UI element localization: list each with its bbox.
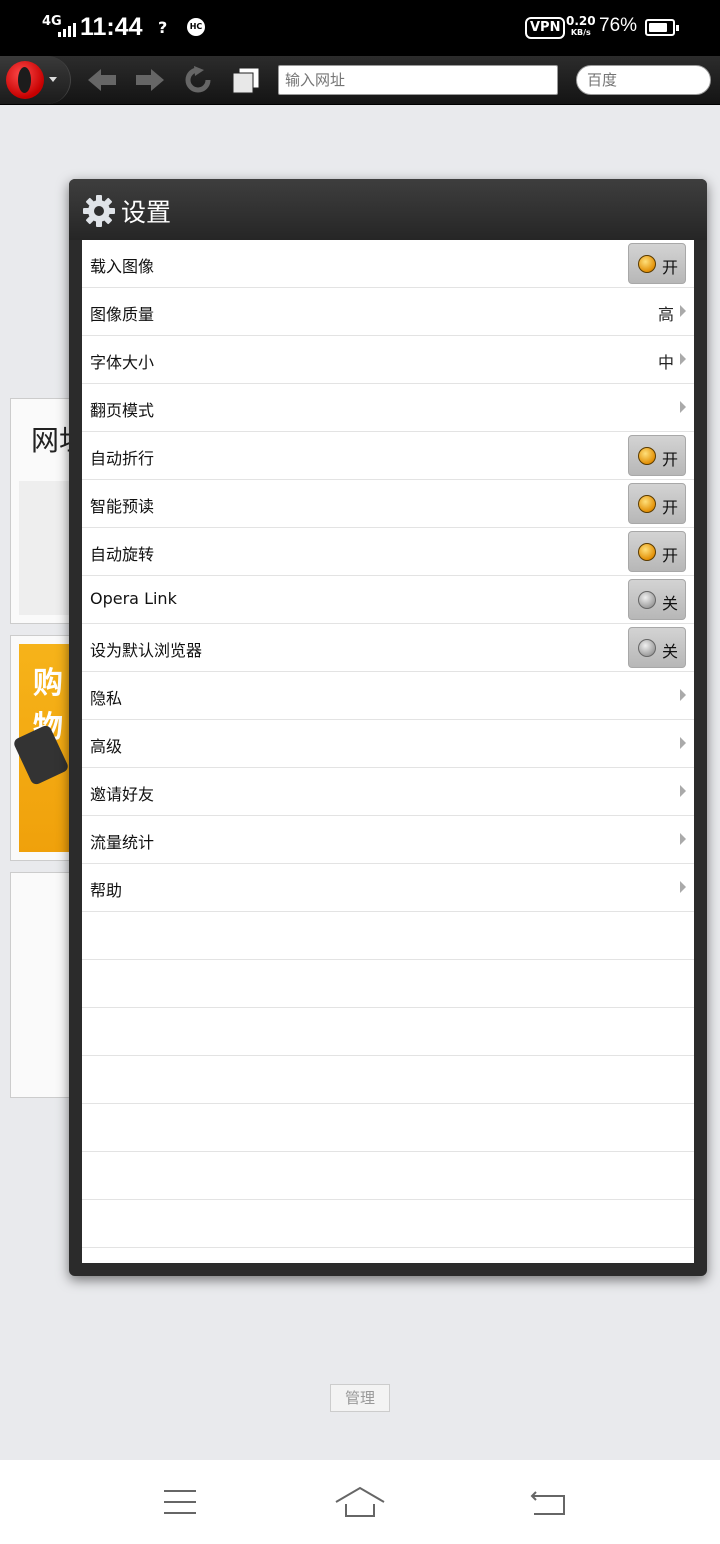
toggle-state-label: 开	[662, 450, 679, 469]
reload-icon[interactable]	[182, 66, 214, 94]
settings-row[interactable]: 图像质量 高	[82, 288, 694, 336]
chevron-right-icon	[680, 401, 686, 413]
settings-row-label: 高级	[90, 737, 123, 756]
chevron-right-icon	[680, 353, 686, 365]
toggle-state-label: 开	[662, 258, 679, 277]
settings-row-label: 智能预读	[90, 497, 155, 516]
settings-row[interactable]: 邀请好友	[82, 768, 694, 816]
settings-row[interactable]: 字体大小 中	[82, 336, 694, 384]
opera-menu-button[interactable]	[0, 56, 71, 104]
settings-row-label: 流量统计	[90, 833, 155, 852]
empty-row	[82, 960, 694, 1008]
toggle-switch[interactable]: 开	[628, 531, 686, 572]
empty-row	[82, 1200, 694, 1248]
toggle-switch[interactable]: 关	[628, 579, 686, 620]
toggle-on-indicator-icon	[638, 255, 656, 273]
settings-row[interactable]: Opera Link 关	[82, 576, 694, 624]
settings-row-label: 邀请好友	[90, 785, 155, 804]
chevron-right-icon	[680, 785, 686, 797]
empty-row	[82, 1056, 694, 1104]
back-icon[interactable]	[86, 66, 118, 94]
settings-row[interactable]: 隐私	[82, 672, 694, 720]
settings-row-label: Opera Link	[90, 589, 177, 608]
browser-toolbar	[0, 56, 720, 105]
empty-row	[82, 1008, 694, 1056]
toggle-off-indicator-icon	[638, 639, 656, 657]
toggle-state-label: 关	[662, 594, 679, 613]
settings-row[interactable]: 载入图像 开	[82, 240, 694, 288]
search-input[interactable]	[576, 65, 711, 95]
menu-icon[interactable]	[150, 1478, 210, 1528]
hc-badge: HC	[187, 18, 205, 36]
settings-row-label: 帮助	[90, 881, 123, 900]
settings-row-label: 翻页模式	[90, 401, 155, 420]
toggle-switch[interactable]: 关	[628, 627, 686, 668]
signal-icon	[58, 23, 76, 37]
toggle-on-indicator-icon	[638, 495, 656, 513]
empty-row	[82, 1248, 694, 1263]
toggle-off-indicator-icon	[638, 591, 656, 609]
settings-list: 载入图像开图像质量高字体大小中翻页模式 自动折行开智能预读开自动旋转开 Opera …	[82, 240, 694, 1263]
settings-row-value: 高	[657, 305, 674, 324]
settings-row[interactable]: 智能预读 开	[82, 480, 694, 528]
settings-row-label: 载入图像	[90, 257, 155, 276]
back-nav-icon[interactable]	[518, 1478, 578, 1528]
clock: 11:44	[80, 13, 143, 41]
battery-percent: 76%	[599, 15, 638, 36]
url-input[interactable]	[278, 65, 558, 95]
settings-row-label: 设为默认浏览器	[90, 641, 203, 660]
empty-row	[82, 1104, 694, 1152]
forward-icon[interactable]	[134, 66, 166, 94]
settings-row[interactable]: 帮助	[82, 864, 694, 912]
toggle-state-label: 关	[662, 642, 679, 661]
settings-row-label: 隐私	[90, 689, 123, 708]
toggle-on-indicator-icon	[638, 543, 656, 561]
settings-row-label: 图像质量	[90, 305, 155, 324]
settings-row-label: 字体大小	[90, 353, 155, 372]
manage-button[interactable]: 管理	[330, 1384, 390, 1412]
empty-row	[82, 1152, 694, 1200]
settings-row[interactable]: 流量统计	[82, 816, 694, 864]
settings-row[interactable]: 自动折行 开	[82, 432, 694, 480]
chevron-right-icon	[680, 881, 686, 893]
network-speed-value: 0.20	[566, 14, 596, 28]
battery-icon	[645, 19, 679, 36]
toggle-state-label: 开	[662, 546, 679, 565]
battery-level	[649, 23, 667, 32]
status-bar: 4G 11:44 ? HC VPN 0.20 KB/s 76%	[0, 0, 720, 56]
settings-row[interactable]: 翻页模式	[82, 384, 694, 432]
chevron-right-icon	[680, 737, 686, 749]
signal-secondary-icon: ?	[158, 18, 168, 37]
toggle-state-label: 开	[662, 498, 679, 517]
settings-row-label: 自动折行	[90, 449, 155, 468]
chevron-right-icon	[680, 305, 686, 317]
settings-row[interactable]: 设为默认浏览器 关	[82, 624, 694, 672]
toggle-on-indicator-icon	[638, 447, 656, 465]
settings-row-label: 自动旋转	[90, 545, 155, 564]
network-speed: 0.20 KB/s	[566, 14, 596, 38]
vpn-badge: VPN	[525, 17, 566, 39]
settings-row[interactable]: 高级	[82, 720, 694, 768]
dialog-header: 设置	[69, 179, 707, 240]
settings-row[interactable]: 自动旋转 开	[82, 528, 694, 576]
opera-logo-icon	[6, 61, 44, 99]
chevron-right-icon	[680, 689, 686, 701]
chevron-right-icon	[680, 833, 686, 845]
settings-row-value: 中	[657, 353, 674, 372]
gear-icon	[83, 195, 115, 227]
dialog-title: 设置	[121, 198, 172, 227]
tabs-icon[interactable]	[230, 66, 262, 94]
empty-row	[82, 912, 694, 960]
system-nav-bar	[0, 1460, 720, 1544]
toggle-switch[interactable]: 开	[628, 243, 686, 284]
network-speed-unit: KB/s	[570, 28, 591, 37]
toggle-switch[interactable]: 开	[628, 483, 686, 524]
settings-dialog: 设置 载入图像开图像质量高字体大小中翻页模式 自动折行开智能预读开自动旋转开 Ope…	[69, 179, 707, 1276]
home-icon[interactable]	[330, 1478, 390, 1528]
toggle-switch[interactable]: 开	[628, 435, 686, 476]
dropdown-caret-icon	[49, 77, 57, 82]
